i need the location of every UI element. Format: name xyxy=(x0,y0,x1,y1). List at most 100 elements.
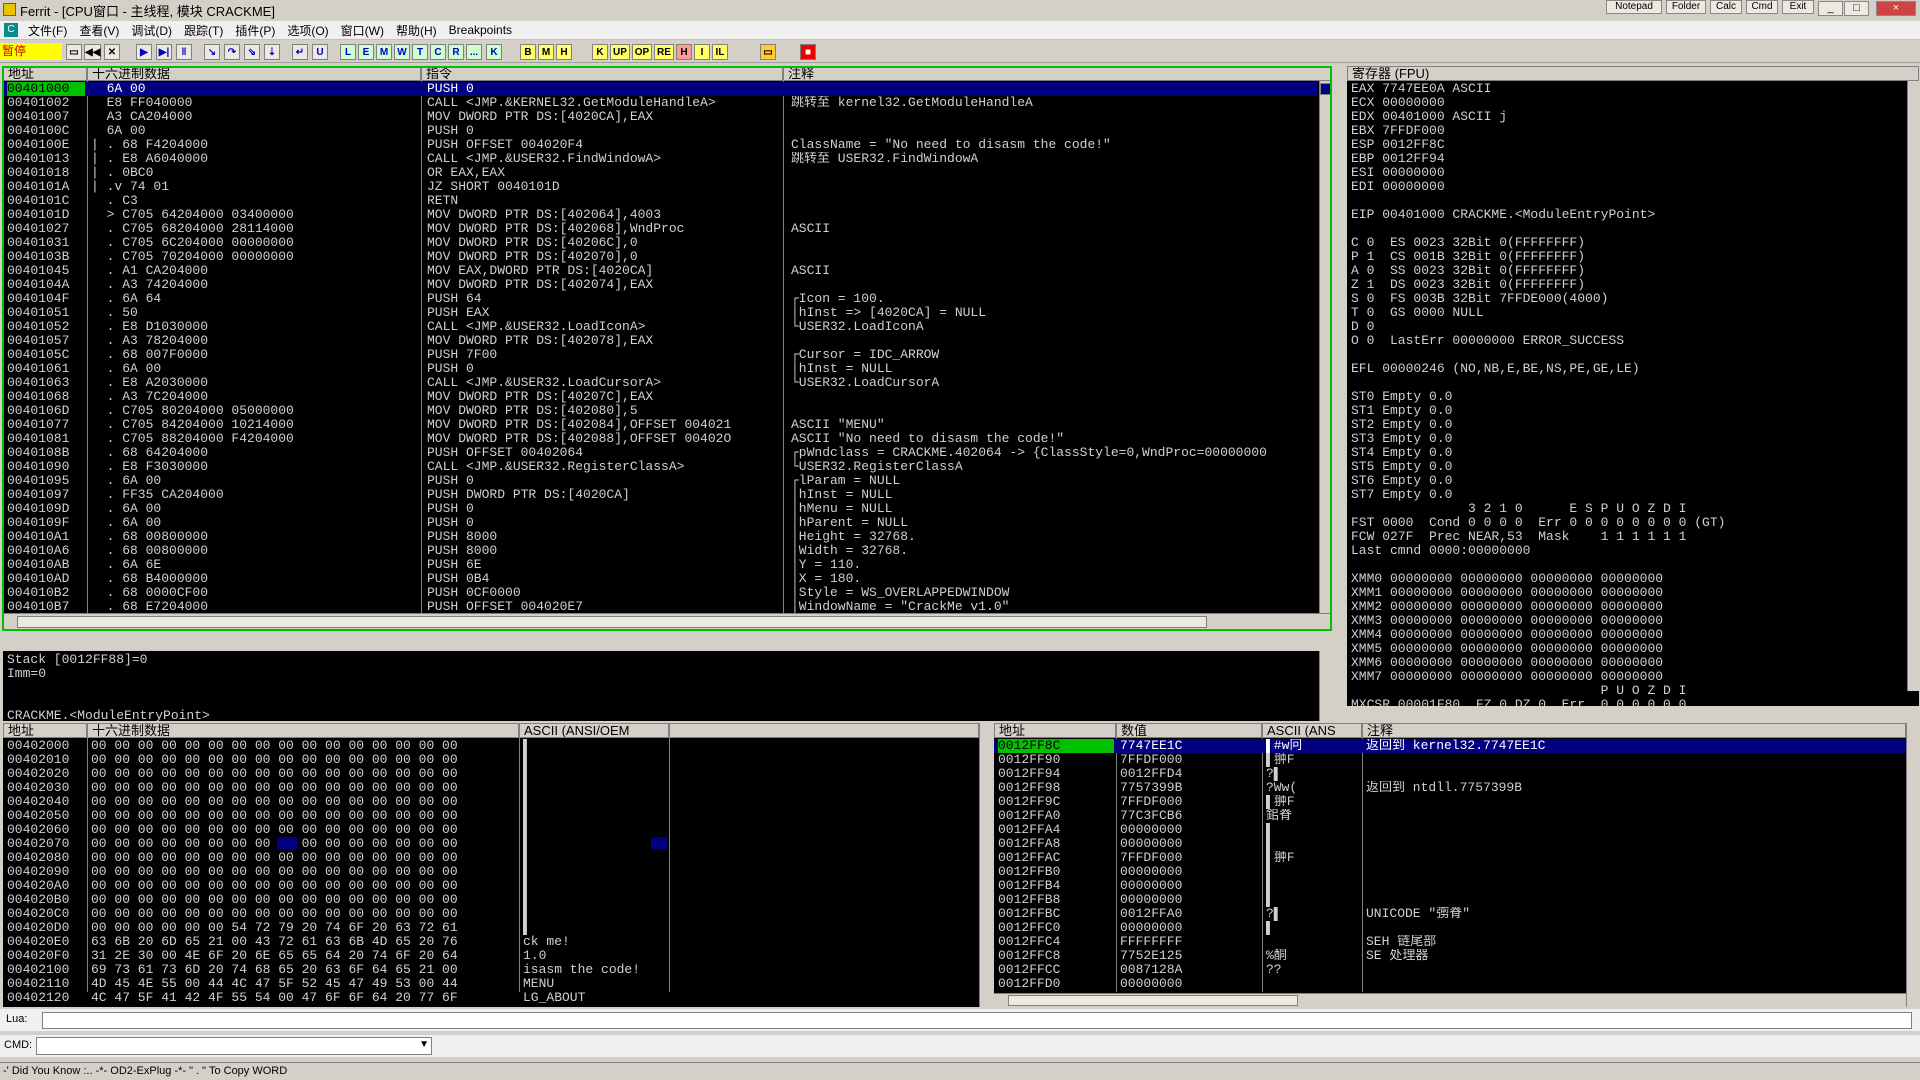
register-line[interactable]: EFL 00000246 (NO,NB,E,BE,NS,PE,GE,LE) xyxy=(1351,362,1905,376)
step-over-icon[interactable]: ↷ xyxy=(224,44,240,60)
cmd-combobox[interactable]: ▼ xyxy=(36,1037,432,1055)
minimize-button[interactable]: _ xyxy=(1818,1,1843,16)
register-line[interactable]: FCW 027F Prec NEAR,53 Mask 1 1 1 1 1 1 xyxy=(1351,530,1905,544)
hardware-breakpoints-button[interactable]: H xyxy=(556,44,572,60)
disasm-row[interactable]: 0040101A | .v 74 01 JZ SHORT 0040101D xyxy=(3,180,1317,194)
register-line[interactable]: ESI 00000000 xyxy=(1351,166,1905,180)
calc-button[interactable]: Calc xyxy=(1710,0,1742,14)
disasm-row[interactable]: 004010AB . 6A 6E PUSH 6E │Y = 110. xyxy=(3,558,1317,572)
disasm-row[interactable]: 00401051 . 50 PUSH EAX │hInst => [4020CA] … xyxy=(3,306,1317,320)
stack-row[interactable]: 0012FFB8 00000000 ▌ xyxy=(994,893,1906,907)
maximize-button[interactable]: □ xyxy=(1844,1,1869,16)
dump-row[interactable]: 00402010 00 00 00 00 00 00 00 00 00 00 00… xyxy=(3,753,979,767)
register-line[interactable]: T 0 GS 0000 NULL xyxy=(1351,306,1905,320)
execute-till-user-icon[interactable]: U xyxy=(312,44,328,60)
stack-hscroll[interactable] xyxy=(994,993,1906,1007)
dump-row[interactable]: 00402040 00 00 00 00 00 00 00 00 00 00 00… xyxy=(3,795,979,809)
call-stack-button[interactable]: K xyxy=(486,44,502,60)
chevron-down-icon[interactable]: ▼ xyxy=(419,1039,429,1050)
disasm-row[interactable]: 00401090 . E8 F3030000 CALL <JMP.&USER32.… xyxy=(3,460,1317,474)
run-trace-button[interactable]: ... xyxy=(466,44,482,60)
register-line[interactable]: EDX 00401000 ASCII j xyxy=(1351,110,1905,124)
exit-button[interactable]: Exit xyxy=(1782,0,1814,14)
registers-vscroll[interactable] xyxy=(1907,81,1919,691)
run-icon[interactable]: ▶ xyxy=(136,44,152,60)
disasm-header-instruction[interactable]: 指令 xyxy=(421,66,783,81)
registers-header[interactable]: 寄存器 (FPU) xyxy=(1347,66,1919,81)
register-line[interactable]: FST 0000 Cond 0 0 0 0 Err 0 0 0 0 0 0 0 … xyxy=(1351,516,1905,530)
dump-row[interactable]: 004020E0 63 6B 20 6D 65 21 00 43 72 61 63… xyxy=(3,935,979,949)
menu-window[interactable]: 窗口(W) xyxy=(335,22,390,39)
info-vscroll[interactable] xyxy=(1319,651,1331,721)
register-line[interactable]: XMM0 00000000 00000000 00000000 00000000 xyxy=(1351,572,1905,586)
register-line[interactable]: C 0 ES 0023 32Bit 0(FFFFFFFF) xyxy=(1351,236,1905,250)
memory-window-button[interactable]: M xyxy=(376,44,392,60)
disasm-row[interactable]: 00401031 . C705 6C204000 00000000 MOV DWO… xyxy=(3,236,1317,250)
stack-vscroll[interactable] xyxy=(1906,723,1918,1007)
register-line[interactable]: O 0 LastErr 00000000 ERROR_SUCCESS xyxy=(1351,334,1905,348)
disasm-row[interactable]: 0040100E | . 68 F4204000 PUSH OFFSET 00402… xyxy=(3,138,1317,152)
k-button[interactable]: K xyxy=(592,44,608,60)
register-line[interactable] xyxy=(1351,348,1905,362)
disasm-row[interactable]: 0040105C . 68 007F0000 PUSH 7F00 ┌Cursor =… xyxy=(3,348,1317,362)
register-line[interactable]: ST7 Empty 0.0 xyxy=(1351,488,1905,502)
il-button[interactable]: IL xyxy=(712,44,728,60)
menu-help[interactable]: 帮助(H) xyxy=(390,22,443,39)
register-line[interactable]: Last cmnd 0000:00000000 xyxy=(1351,544,1905,558)
op-button[interactable]: OP xyxy=(632,44,652,60)
stack-row[interactable]: 0012FFBC 0012FFA0 ?▌ UNICODE "彅脊" xyxy=(994,907,1906,921)
dump-row[interactable]: 00402050 00 00 00 00 00 00 00 00 00 00 00… xyxy=(3,809,979,823)
menu-breakpoints[interactable]: Breakpoints xyxy=(443,23,518,37)
dump-row[interactable]: 00402120 4C 47 5F 41 42 4F 55 54 00 47 6F… xyxy=(3,991,979,1005)
register-line[interactable]: ST3 Empty 0.0 xyxy=(1351,432,1905,446)
stack-header-value[interactable]: 数值 xyxy=(1116,723,1262,738)
register-line[interactable]: ST5 Empty 0.0 xyxy=(1351,460,1905,474)
register-line[interactable]: XMM5 00000000 00000000 00000000 00000000 xyxy=(1351,642,1905,656)
dump-row[interactable]: 00402110 4D 45 4E 55 00 44 4C 47 5F 52 45… xyxy=(3,977,979,991)
register-line[interactable]: ESP 0012FF8C xyxy=(1351,138,1905,152)
register-line[interactable]: ST2 Empty 0.0 xyxy=(1351,418,1905,432)
register-line[interactable] xyxy=(1351,194,1905,208)
disasm-row[interactable]: 00401013 | . E8 A6040000 CALL <JMP.&USER32… xyxy=(3,152,1317,166)
stack-header-ascii[interactable]: ASCII (ANS xyxy=(1262,723,1362,738)
modules-window-button[interactable]: E xyxy=(358,44,374,60)
h-button[interactable]: H xyxy=(676,44,692,60)
dump-row[interactable]: 00402060 00 00 00 00 00 00 00 00 00 00 00… xyxy=(3,823,979,837)
windows-window-button[interactable]: W xyxy=(394,44,410,60)
stack-header-address[interactable]: 地址 xyxy=(994,723,1116,738)
register-line[interactable]: XMM4 00000000 00000000 00000000 00000000 xyxy=(1351,628,1905,642)
up-button[interactable]: UP xyxy=(610,44,630,60)
notepad-button[interactable]: Notepad xyxy=(1606,0,1662,14)
disasm-row[interactable]: 0040101C . C3 RETN xyxy=(3,194,1317,208)
dump-row[interactable]: 004020A0 00 00 00 00 00 00 00 00 00 00 00… xyxy=(3,879,979,893)
stack-row[interactable]: 0012FF94 0012FFD4 ?▌ xyxy=(994,767,1906,781)
disasm-row[interactable]: 00401061 . 6A 00 PUSH 0 │hInst = NULL xyxy=(3,362,1317,376)
register-line[interactable]: XMM7 00000000 00000000 00000000 00000000 xyxy=(1351,670,1905,684)
disasm-row[interactable]: 00401002 E8 FF040000 CALL <JMP.&KERNEL32.… xyxy=(3,96,1317,110)
restart-icon[interactable]: ◀◀ xyxy=(84,44,102,60)
disasm-row[interactable]: 0040108B . 68 64204000 PUSH OFFSET 004020… xyxy=(3,446,1317,460)
register-line[interactable]: S 0 FS 003B 32Bit 7FFDE000(4000) xyxy=(1351,292,1905,306)
disasm-hscroll[interactable] xyxy=(3,613,1331,630)
run-thread-icon[interactable]: ▶| xyxy=(156,44,172,60)
menu-file[interactable]: 文件(F) xyxy=(22,22,73,39)
stack-row[interactable]: 0012FF8C 7747EE1C ▌#w冋 返回到 kernel32.7747EE1… xyxy=(994,739,1906,753)
disasm-row[interactable]: 00401027 . C705 68204000 28114000 MOV DWO… xyxy=(3,222,1317,236)
register-line[interactable]: Z 1 DS 0023 32Bit 0(FFFFFFFF) xyxy=(1351,278,1905,292)
disasm-row[interactable]: 00401045 . A1 CA204000 MOV EAX,DWORD PTR … xyxy=(3,264,1317,278)
re-button[interactable]: RE xyxy=(654,44,674,60)
folder-icon[interactable]: ▭ xyxy=(760,44,776,60)
stack-row[interactable]: 0012FF9C 7FFDF000 ▌翀F xyxy=(994,795,1906,809)
register-line[interactable]: XMM1 00000000 00000000 00000000 00000000 xyxy=(1351,586,1905,600)
disasm-row[interactable]: 00401000 6A 00 PUSH 0 xyxy=(3,82,1317,96)
dump-row[interactable]: 004020C0 00 00 00 00 00 00 00 00 00 00 00… xyxy=(3,907,979,921)
disasm-row[interactable]: 0040101D > C705 64204000 03400000 MOV DWO… xyxy=(3,208,1317,222)
lua-input[interactable] xyxy=(42,1012,1912,1029)
stop-icon[interactable]: ■ xyxy=(800,44,816,60)
cpu-window-button[interactable]: C xyxy=(430,44,446,60)
menu-view[interactable]: 查看(V) xyxy=(73,22,125,39)
menu-trace[interactable]: 跟踪(T) xyxy=(178,22,229,39)
disasm-row[interactable]: 00401095 . 6A 00 PUSH 0 ┌lParam = NULL xyxy=(3,474,1317,488)
register-line[interactable]: ST4 Empty 0.0 xyxy=(1351,446,1905,460)
stack-row[interactable]: 0012FFC4 FFFFFFFF SEH 链尾部 xyxy=(994,935,1906,949)
